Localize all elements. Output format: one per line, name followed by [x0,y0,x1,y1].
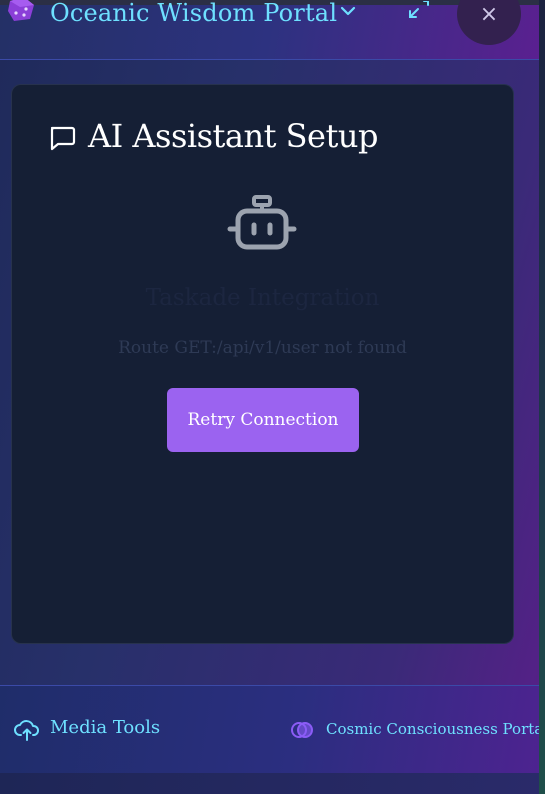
window-right-edge [539,0,545,794]
chevron-down-icon[interactable] [336,1,360,25]
app-window: Oceanic Wisdom Portal × AI Assistant Set… [0,0,545,794]
retry-connection-button[interactable]: Retry Connection [167,388,359,452]
integration-name: Taskade Integration [145,285,380,311]
header-bar: Oceanic Wisdom Portal × [0,0,539,60]
cosmic-portal-label: Cosmic Consciousness Portal [326,720,545,738]
media-tools-label: Media Tools [50,717,161,738]
dice-icon [6,0,36,21]
overlapping-circles-icon [290,721,314,739]
footer-bar: Media Tools Cosmic Consciousness Portal [0,685,545,774]
expand-icon[interactable] [404,0,434,27]
chat-bubble-icon [48,123,76,151]
assistant-setup-card: AI Assistant Setup Taskade Integration R… [11,84,514,644]
close-button[interactable]: × [457,0,521,45]
bot-icon [226,195,298,255]
error-message: Route GET:/api/v1/user not found [118,338,407,358]
cloud-upload-icon [14,719,40,741]
card-title: AI Assistant Setup [88,117,378,155]
footer-bottom-strip [0,773,545,794]
app-title: Oceanic Wisdom Portal [50,0,338,27]
